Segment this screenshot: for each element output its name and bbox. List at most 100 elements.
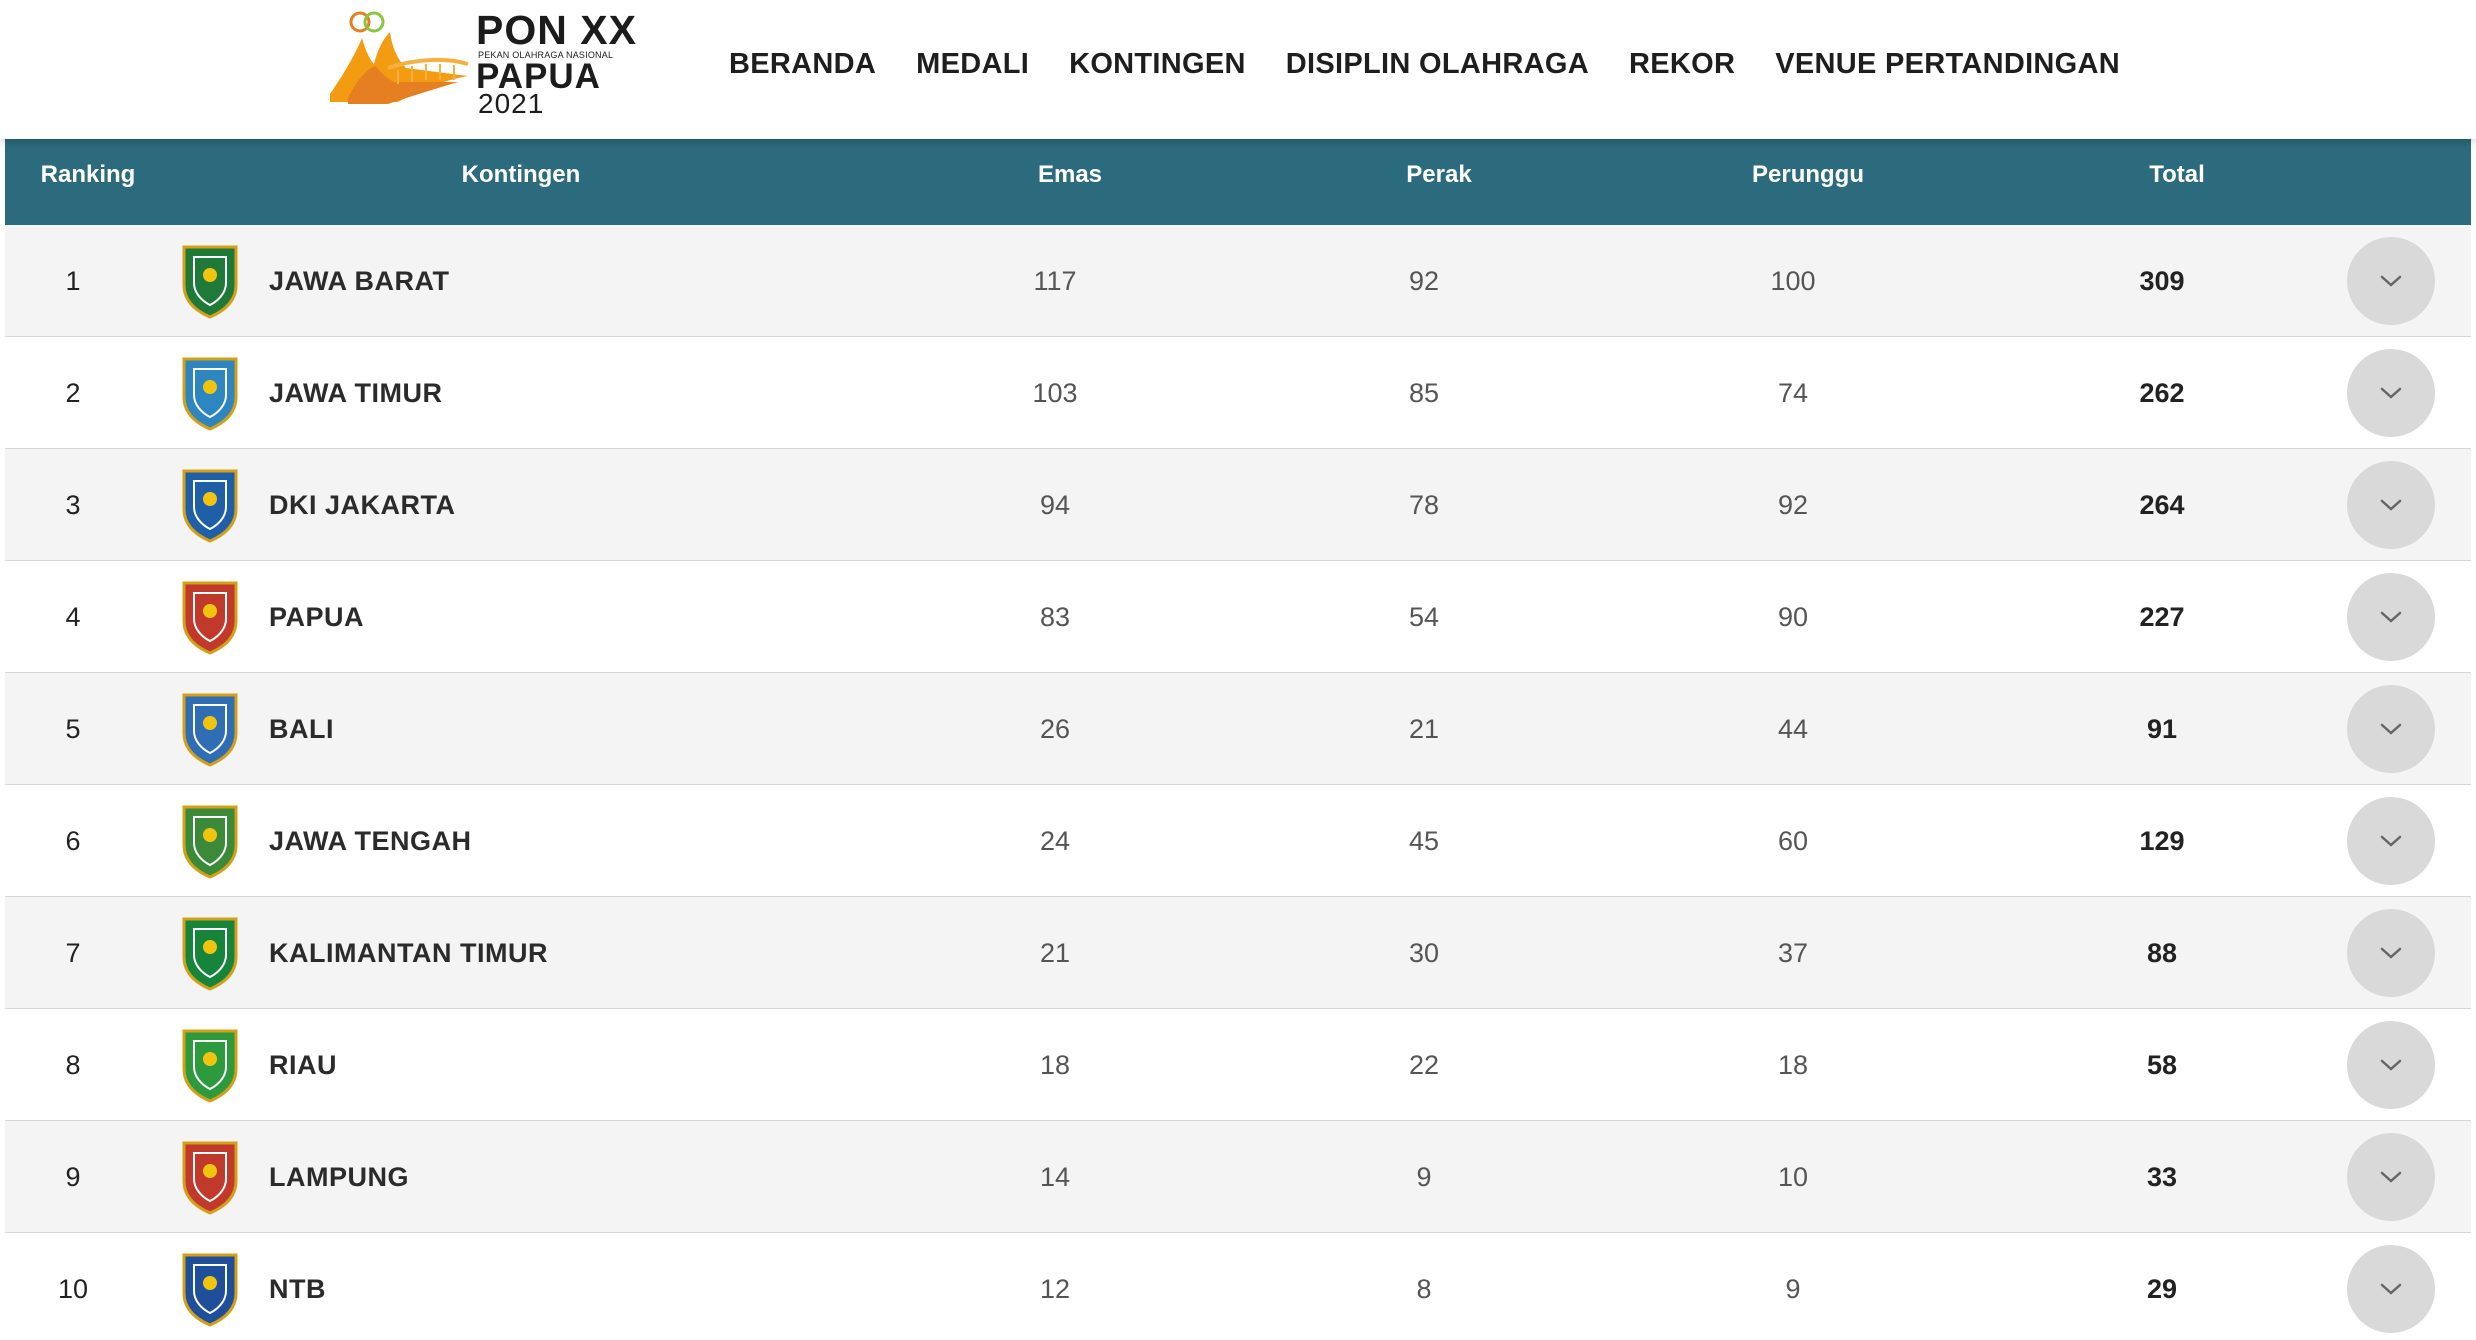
chevron-down-icon (2380, 1171, 2402, 1183)
gold-count: 21 (1039, 938, 1071, 968)
column-header-kontingen: Kontingen (461, 161, 581, 188)
logo-pon-label: PON XX (476, 7, 637, 53)
rank-cell: 2 (65, 378, 81, 408)
chevron-down-icon (2380, 835, 2402, 847)
gold-count: 18 (1039, 1050, 1071, 1080)
logo-year-label: 2021 (478, 88, 545, 119)
chevron-down-icon (2380, 387, 2402, 399)
nav-item-beranda[interactable]: BERANDA (729, 48, 876, 81)
kontingen-name[interactable]: NTB (269, 1233, 869, 1340)
silver-count: 85 (1408, 378, 1440, 408)
chevron-down-icon (2380, 499, 2402, 511)
gold-count: 103 (1032, 378, 1078, 408)
gold-count: 14 (1039, 1162, 1071, 1192)
total-count: 309 (2139, 266, 2185, 296)
kontingen-name[interactable]: JAWA TENGAH (269, 785, 869, 897)
riau-emblem-icon (182, 1029, 238, 1103)
kontingen-name[interactable]: LAMPUNG (269, 1121, 869, 1233)
kontingen-name[interactable]: BALI (269, 673, 869, 785)
gold-count: 26 (1039, 714, 1071, 744)
chevron-down-icon (2380, 1283, 2402, 1295)
nav-item-medali[interactable]: MEDALI (916, 48, 1029, 81)
total-count: 33 (2146, 1162, 2178, 1192)
kalimantan-timur-emblem-icon (182, 917, 238, 991)
bronze-count: 92 (1777, 490, 1809, 520)
bronze-count: 18 (1777, 1050, 1809, 1080)
chevron-down-icon (2380, 611, 2402, 623)
column-header-total: Total (2149, 161, 2205, 188)
bronze-count: 74 (1777, 378, 1809, 408)
kontingen-name[interactable]: KALIMANTAN TIMUR (269, 897, 869, 1009)
total-count: 29 (2146, 1274, 2178, 1304)
table-row: 1 JAWA BARAT 117 92 100 309 (5, 225, 2471, 337)
total-count: 262 (2139, 378, 2185, 408)
silver-count: 78 (1408, 490, 1440, 520)
expand-row-button[interactable] (2347, 685, 2435, 773)
bronze-count: 37 (1777, 938, 1809, 968)
nav-item-disiplin-olahraga[interactable]: DISIPLIN OLAHRAGA (1286, 48, 1589, 81)
silver-count: 92 (1408, 266, 1440, 296)
kontingen-name[interactable]: JAWA BARAT (269, 225, 869, 337)
silver-count: 9 (1416, 1162, 1432, 1192)
bali-emblem-icon (182, 693, 238, 767)
rank-cell: 8 (65, 1050, 81, 1080)
chevron-down-icon (2380, 947, 2402, 959)
expand-row-button[interactable] (2347, 1021, 2435, 1109)
pon-logo-text: PON XX PEKAN OLAHRAGA NASIONAL PAPUA 202… (476, 7, 656, 118)
chevron-down-icon (2380, 1059, 2402, 1071)
expand-row-button[interactable] (2347, 1133, 2435, 1221)
nav-item-venue-pertandingan[interactable]: VENUE PERTANDINGAN (1775, 48, 2120, 81)
kontingen-name[interactable]: RIAU (269, 1009, 869, 1121)
table-row: 9 LAMPUNG 14 9 10 33 (5, 1121, 2471, 1233)
expand-row-button[interactable] (2347, 573, 2435, 661)
chevron-down-icon (2380, 275, 2402, 287)
rank-cell: 1 (65, 266, 81, 296)
papua-emblem-icon (182, 581, 238, 655)
rank-cell: 7 (65, 938, 81, 968)
bronze-count: 9 (1785, 1274, 1801, 1304)
total-count: 91 (2146, 714, 2178, 744)
rank-cell: 9 (65, 1162, 81, 1192)
gold-count: 117 (1033, 266, 1077, 296)
table-row: 5 BALI 26 21 44 91 (5, 673, 2471, 785)
gold-count: 12 (1039, 1274, 1071, 1304)
total-count: 88 (2146, 938, 2178, 968)
bronze-count: 10 (1777, 1162, 1809, 1192)
total-count: 264 (2139, 490, 2185, 520)
total-count: 129 (2139, 826, 2185, 856)
dki-jakarta-emblem-icon (182, 469, 238, 543)
expand-row-button[interactable] (2347, 797, 2435, 885)
gold-count: 83 (1039, 602, 1071, 632)
jawa-barat-emblem-icon (182, 245, 238, 319)
silver-count: 8 (1416, 1274, 1432, 1304)
nav-item-rekor[interactable]: REKOR (1629, 48, 1735, 81)
table-row: 6 JAWA TENGAH 24 45 60 129 (5, 785, 2471, 897)
column-header-perak: Perak (1406, 161, 1472, 188)
expand-row-button[interactable] (2347, 909, 2435, 997)
nav-item-kontingen[interactable]: KONTINGEN (1069, 48, 1246, 81)
rank-cell: 10 (57, 1274, 89, 1304)
jawa-timur-emblem-icon (182, 357, 238, 431)
silver-count: 22 (1408, 1050, 1440, 1080)
column-header-ranking: Ranking (40, 161, 136, 188)
expand-row-button[interactable] (2347, 237, 2435, 325)
table-row: 3 DKI JAKARTA 94 78 92 264 (5, 449, 2471, 561)
expand-row-button[interactable] (2347, 1245, 2435, 1333)
rank-cell: 5 (65, 714, 81, 744)
ntb-emblem-icon (182, 1253, 238, 1327)
site-header: PON XX PEKAN OLAHRAGA NASIONAL PAPUA 202… (0, 0, 2476, 139)
expand-row-button[interactable] (2347, 461, 2435, 549)
kontingen-name[interactable]: JAWA TIMUR (269, 337, 869, 449)
table-row: 10 NTB 12 8 9 29 (5, 1233, 2471, 1340)
total-count: 227 (2139, 602, 2185, 632)
kontingen-name[interactable]: DKI JAKARTA (269, 449, 869, 561)
expand-row-button[interactable] (2347, 349, 2435, 437)
chevron-down-icon (2380, 723, 2402, 735)
rank-cell: 4 (65, 602, 81, 632)
table-header: Ranking Kontingen Emas Perak Perunggu To… (5, 139, 2471, 225)
table-row: 8 RIAU 18 22 18 58 (5, 1009, 2471, 1121)
kontingen-name[interactable]: PAPUA (269, 561, 869, 673)
jawa-tengah-emblem-icon (182, 805, 238, 879)
column-header-perunggu: Perunggu (1752, 161, 1864, 188)
rank-cell: 3 (65, 490, 81, 520)
